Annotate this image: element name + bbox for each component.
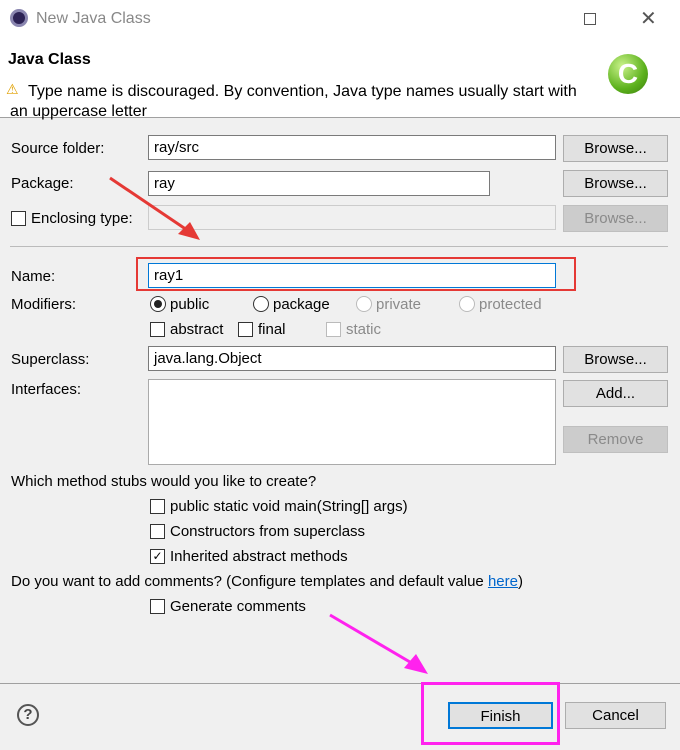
magenta-arrow: [329, 613, 416, 667]
annotation-arrows: [109, 176, 428, 674]
magenta-arrowhead: [404, 654, 428, 674]
red-arrow: [109, 176, 191, 234]
